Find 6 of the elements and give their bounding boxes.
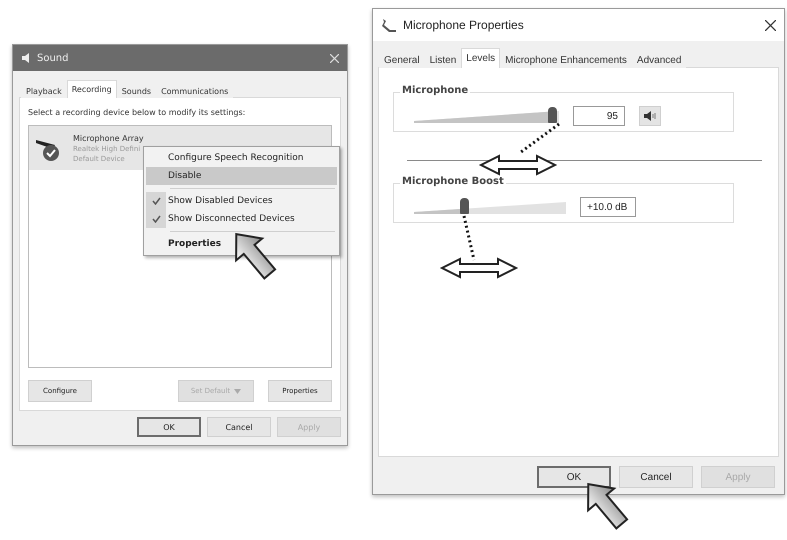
device-name: Microphone Array bbox=[73, 134, 144, 142]
window-title: Microphone Properties bbox=[403, 18, 525, 32]
instruction-text: Select a recording device below to modify its settings: bbox=[28, 108, 246, 117]
window-title: Sound bbox=[37, 52, 70, 64]
group-label: Microphone bbox=[400, 85, 470, 96]
group-label: Microphone Boost bbox=[400, 176, 506, 187]
